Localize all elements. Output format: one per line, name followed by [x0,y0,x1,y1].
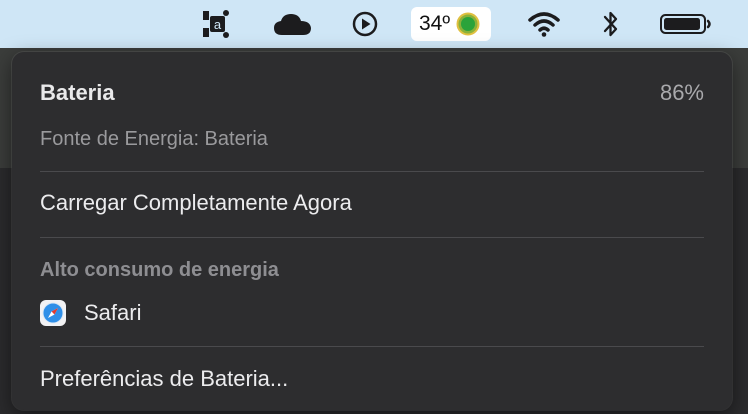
weather-temperature: 34º [419,12,451,35]
battery-preferences-item[interactable]: Preferências de Bateria... [40,366,704,392]
menu-bar: a 34º [0,0,748,48]
weather-widget[interactable]: 34º [411,7,491,41]
menu-title: Bateria [40,80,115,105]
separator [40,171,704,172]
battery-percent: 86% [659,80,704,105]
separator [40,237,704,238]
svg-text:a: a [214,17,222,32]
separator [40,346,704,347]
battery-menu: Bateria 86% Fonte de Energia: Bateria Ca… [12,52,732,410]
safari-icon [40,300,66,326]
battery-icon[interactable] [656,0,716,48]
play-icon[interactable] [348,0,382,48]
high-energy-heading: Alto consumo de energia [40,259,279,281]
weather-icon [456,12,480,36]
bluetooth-icon[interactable] [596,0,626,48]
app-name: Safari [84,300,142,325]
wifi-icon[interactable] [524,0,564,48]
app-icon[interactable]: a [194,0,234,48]
cloud-icon[interactable] [270,0,316,48]
charge-fully-now-item[interactable]: Carregar Completamente Agora [40,190,704,216]
app-item-safari[interactable]: Safari [40,300,704,326]
power-source-label: Fonte de Energia: Bateria [40,128,268,150]
